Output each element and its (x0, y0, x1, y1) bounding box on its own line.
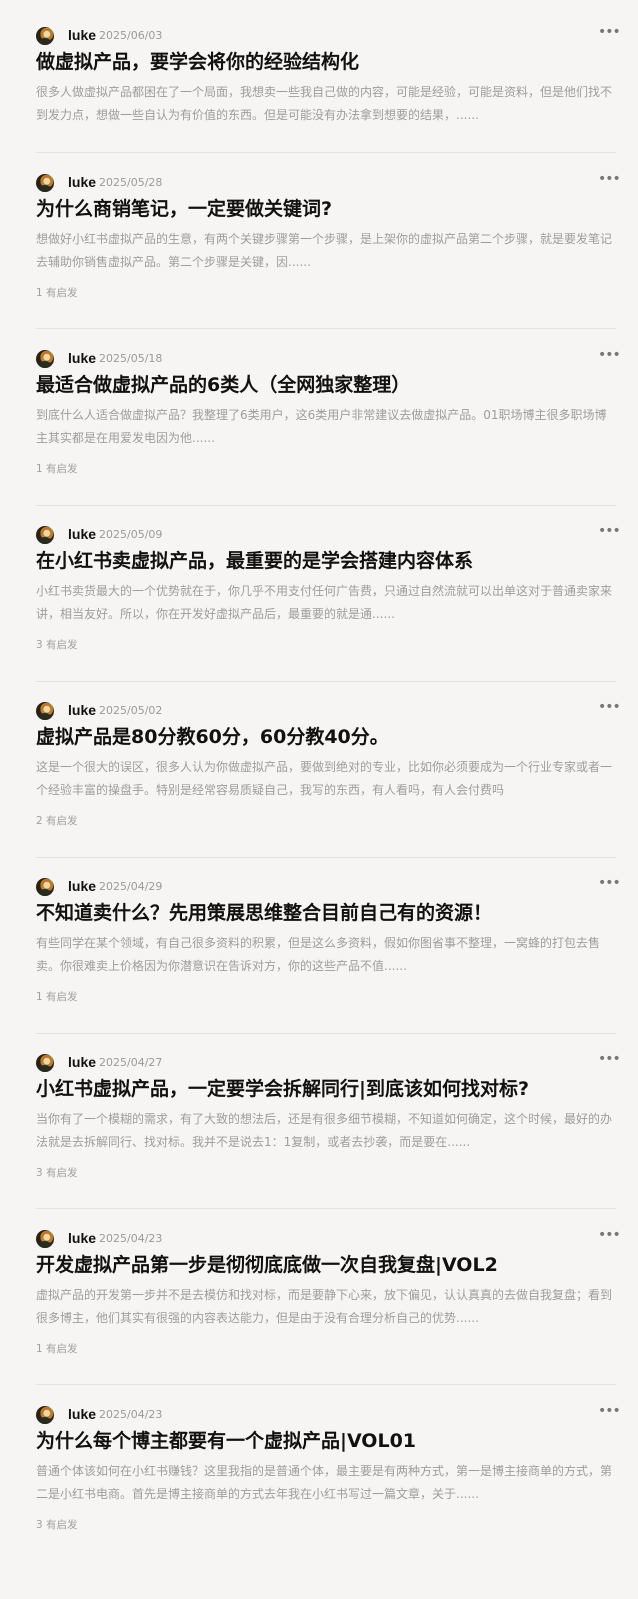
more-options-icon[interactable]: ••• (598, 25, 621, 39)
post-date: 2025/04/29 (99, 880, 163, 893)
post-date: 2025/05/02 (99, 704, 163, 717)
article-title[interactable]: 小红书虚拟产品，一定要学会拆解同行|到底该如何找对标? (36, 1074, 626, 1104)
divider (36, 505, 616, 506)
author-name[interactable]: luke (68, 1228, 96, 1248)
article-meta: luke 2025/06/03 ••• (36, 25, 628, 47)
article-excerpt[interactable]: 普通个体该如何在小红书赚钱？这里我指的是普通个体，最主要是有两种方式，第一是博主… (36, 1460, 618, 1506)
author-name[interactable]: luke (68, 876, 96, 896)
post-date: 2025/04/23 (99, 1408, 163, 1421)
article-meta: luke 2025/04/27 ••• (36, 1052, 628, 1074)
article-card[interactable]: luke 2025/04/29 ••• 不知道卖什么？先用策展思维整合目前自己有… (36, 876, 628, 1016)
inspired-count: 2 有启发 (36, 815, 78, 827)
inspired-count: 1 有启发 (36, 287, 78, 299)
avatar[interactable] (36, 1406, 54, 1424)
author-name[interactable]: luke (68, 25, 96, 45)
more-options-icon[interactable]: ••• (598, 700, 621, 714)
more-options-icon[interactable]: ••• (598, 172, 621, 186)
inspired-count: 3 有启发 (36, 639, 78, 651)
article-meta: luke 2025/04/23 ••• (36, 1404, 628, 1426)
post-date: 2025/06/03 (99, 29, 163, 42)
post-date: 2025/05/18 (99, 352, 163, 365)
post-date: 2025/05/28 (99, 176, 163, 189)
article-excerpt[interactable]: 当你有了一个模糊的需求，有了大致的想法后，还是有很多细节模糊，不知道如何确定，这… (36, 1108, 618, 1154)
avatar[interactable] (36, 526, 54, 544)
author-name[interactable]: luke (68, 524, 96, 544)
divider (36, 857, 616, 858)
avatar[interactable] (36, 1054, 54, 1072)
article-title[interactable]: 开发虚拟产品第一步是彻彻底底做一次自我复盘|VOL2 (36, 1250, 626, 1280)
avatar[interactable] (36, 27, 54, 45)
more-options-icon[interactable]: ••• (598, 876, 621, 890)
more-options-icon[interactable]: ••• (598, 348, 621, 362)
avatar[interactable] (36, 350, 54, 368)
article-card[interactable]: luke 2025/06/03 ••• 做虚拟产品，要学会将你的经验结构化 很多… (36, 25, 628, 135)
inspired-count: 3 有启发 (36, 1167, 78, 1179)
avatar[interactable] (36, 702, 54, 720)
article-excerpt[interactable]: 到底什么人适合做虚拟产品？我整理了6类用户，这6类用户非常建议去做虚拟产品。01… (36, 404, 618, 450)
article-title[interactable]: 最适合做虚拟产品的6类人（全网独家整理） (36, 370, 626, 400)
inspired-count: 3 有启发 (36, 1519, 78, 1531)
avatar[interactable] (36, 878, 54, 896)
article-card[interactable]: luke 2025/04/27 ••• 小红书虚拟产品，一定要学会拆解同行|到底… (36, 1052, 628, 1192)
author-name[interactable]: luke (68, 348, 96, 368)
avatar[interactable] (36, 1230, 54, 1248)
article-title[interactable]: 虚拟产品是80分教60分，60分教40分。 (36, 722, 626, 752)
divider (36, 681, 616, 682)
inspired-count: 1 有启发 (36, 991, 78, 1003)
article-meta: luke 2025/05/18 ••• (36, 348, 628, 370)
article-meta: luke 2025/04/29 ••• (36, 876, 628, 898)
article-card[interactable]: luke 2025/04/23 ••• 为什么每个博主都要有一个虚拟产品|VOL… (36, 1404, 628, 1544)
divider (36, 152, 616, 153)
divider (36, 1384, 616, 1385)
article-excerpt[interactable]: 小红书卖货最大的一个优势就在于，你几乎不用支付任何广告费，只通过自然流就可以出单… (36, 580, 618, 626)
article-card[interactable]: luke 2025/05/02 ••• 虚拟产品是80分教60分，60分教40分… (36, 700, 628, 840)
inspired-count: 1 有启发 (36, 1343, 78, 1355)
article-excerpt[interactable]: 虚拟产品的开发第一步并不是去模仿和找对标，而是要静下心来，放下偏见，认认真真的去… (36, 1284, 618, 1330)
divider (36, 1033, 616, 1034)
article-title[interactable]: 在小红书卖虚拟产品，最重要的是学会搭建内容体系 (36, 546, 626, 576)
author-name[interactable]: luke (68, 1052, 96, 1072)
divider (36, 328, 616, 329)
article-title[interactable]: 不知道卖什么？先用策展思维整合目前自己有的资源！ (36, 898, 626, 928)
article-meta: luke 2025/05/28 ••• (36, 172, 628, 194)
article-excerpt[interactable]: 这是一个很大的误区，很多人认为你做虚拟产品，要做到绝对的专业，比如你必须要成为一… (36, 756, 618, 802)
more-options-icon[interactable]: ••• (598, 1404, 621, 1418)
article-meta: luke 2025/05/02 ••• (36, 700, 628, 722)
article-meta: luke 2025/05/09 ••• (36, 524, 628, 546)
more-options-icon[interactable]: ••• (598, 1228, 621, 1242)
article-title[interactable]: 做虚拟产品，要学会将你的经验结构化 (36, 47, 626, 77)
article-excerpt[interactable]: 有些同学在某个领域，有自己很多资料的积累，但是这么多资料，假如你图省事不整理，一… (36, 932, 618, 978)
article-meta: luke 2025/04/23 ••• (36, 1228, 628, 1250)
article-card[interactable]: luke 2025/05/28 ••• 为什么商销笔记，一定要做关键词? 想做好… (36, 172, 628, 312)
author-name[interactable]: luke (68, 172, 96, 192)
article-title[interactable]: 为什么每个博主都要有一个虚拟产品|VOL01 (36, 1426, 626, 1456)
divider (36, 1208, 616, 1209)
avatar[interactable] (36, 174, 54, 192)
article-card[interactable]: luke 2025/04/23 ••• 开发虚拟产品第一步是彻彻底底做一次自我复… (36, 1228, 628, 1368)
article-title[interactable]: 为什么商销笔记，一定要做关键词? (36, 194, 626, 224)
more-options-icon[interactable]: ••• (598, 1052, 621, 1066)
author-name[interactable]: luke (68, 700, 96, 720)
article-card[interactable]: luke 2025/05/09 ••• 在小红书卖虚拟产品，最重要的是学会搭建内… (36, 524, 628, 664)
post-date: 2025/05/09 (99, 528, 163, 541)
inspired-count: 1 有启发 (36, 463, 78, 475)
post-date: 2025/04/27 (99, 1056, 163, 1069)
author-name[interactable]: luke (68, 1404, 96, 1424)
article-excerpt[interactable]: 想做好小红书虚拟产品的生意，有两个关键步骤第一个步骤，是上架你的虚拟产品第二个步… (36, 228, 618, 274)
article-card[interactable]: luke 2025/05/18 ••• 最适合做虚拟产品的6类人（全网独家整理）… (36, 348, 628, 488)
post-date: 2025/04/23 (99, 1232, 163, 1245)
article-excerpt[interactable]: 很多人做虚拟产品都困在了一个局面，我想卖一些我自己做的内容，可能是经验，可能是资… (36, 81, 618, 127)
more-options-icon[interactable]: ••• (598, 524, 621, 538)
